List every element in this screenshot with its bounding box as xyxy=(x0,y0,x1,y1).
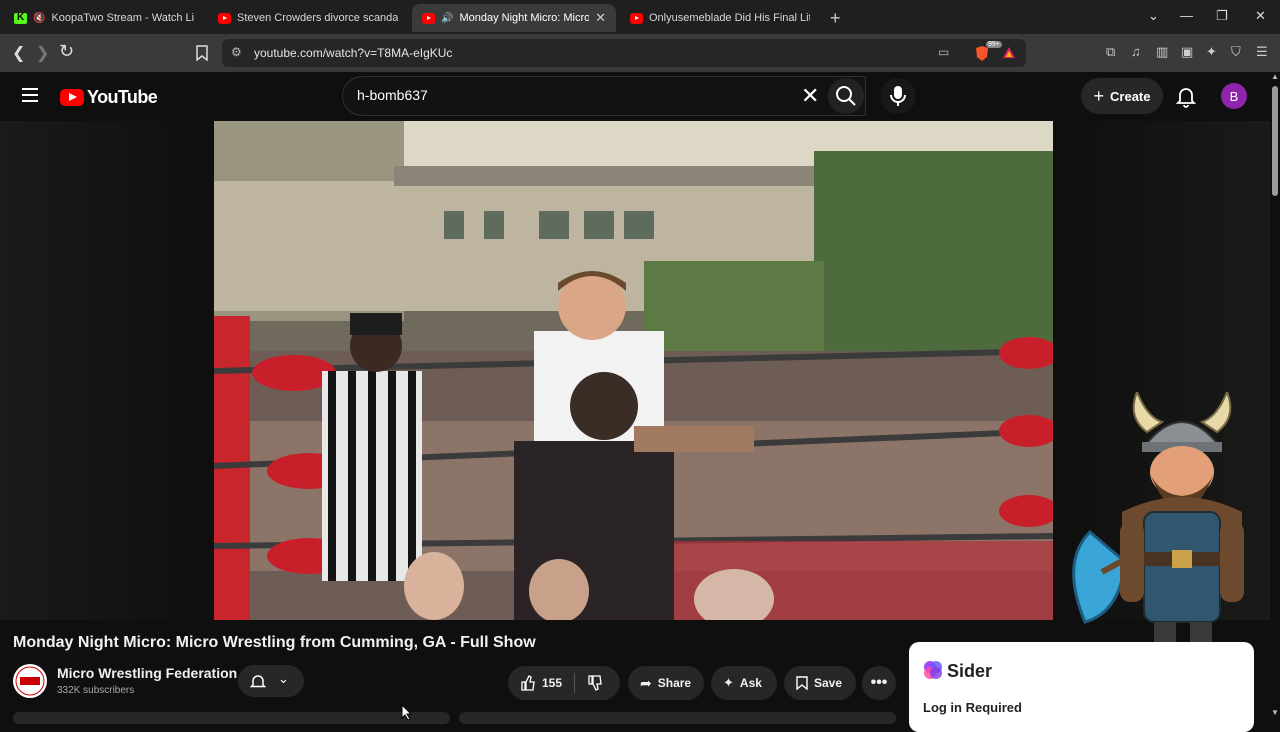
thumbs-up-icon[interactable] xyxy=(520,675,536,691)
extensions-icon[interactable]: ⧉ xyxy=(1106,44,1115,60)
reload-icon[interactable]: ↻ xyxy=(59,41,74,62)
muted-speaker-icon[interactable]: 🔇 xyxy=(33,13,45,24)
leo-ai-icon[interactable]: ✦ xyxy=(1206,44,1217,60)
youtube-wordmark: YouTube xyxy=(87,87,158,107)
mouse-cursor-icon xyxy=(401,704,413,720)
subscribed-notifications-button[interactable]: ⌄ xyxy=(238,665,304,697)
share-label: Share xyxy=(657,676,692,690)
url-text: youtube.com/watch?v=T8MA-eIgKUc xyxy=(254,46,453,60)
tab-list-chevron-icon[interactable]: ⌄ xyxy=(1148,8,1159,24)
sidebar-icon[interactable]: ▥ xyxy=(1156,44,1168,60)
page-scrollbar[interactable]: ▲ ▼ xyxy=(1270,72,1280,720)
ask-button[interactable]: ✦ Ask xyxy=(711,666,777,700)
channel-name[interactable]: Micro Wrestling Federation xyxy=(57,665,237,681)
youtube-play-icon xyxy=(60,89,84,106)
search-button[interactable] xyxy=(828,78,864,114)
wallet-icon[interactable]: ▣ xyxy=(1181,44,1193,60)
more-horizontal-icon: ••• xyxy=(870,674,888,691)
menu-icon[interactable]: ☰ xyxy=(1256,44,1268,60)
site-info-icon[interactable]: ⚙ xyxy=(231,45,242,59)
media-icon[interactable]: ♫ xyxy=(1131,44,1141,59)
close-window-button[interactable]: ✕ xyxy=(1255,8,1266,24)
like-count[interactable]: 155 xyxy=(542,676,562,690)
youtube-icon xyxy=(218,12,231,24)
share-icon: ➦ xyxy=(640,674,652,691)
ask-label: Ask xyxy=(739,676,762,690)
notifications-bell-icon[interactable] xyxy=(1174,84,1198,108)
scrollbar-thumb[interactable] xyxy=(1272,86,1278,196)
subscriber-count: 332K subscribers xyxy=(57,685,135,696)
video-title: Monday Night Micro: Micro Wrestling from… xyxy=(13,634,536,651)
browser-tab[interactable]: K 🔇 KoopaTwo Stream - Watch Live o xyxy=(4,4,204,32)
thumbs-down-icon[interactable] xyxy=(587,675,603,691)
bell-icon xyxy=(250,675,266,688)
bookmark-icon[interactable] xyxy=(195,45,209,61)
browser-tab[interactable]: Onlyusemeblade Did His Final Litty St xyxy=(620,4,820,32)
tab-title: KoopaTwo Stream - Watch Live o xyxy=(51,12,194,24)
tab-title: Steven Crowders divorce scandal | RE xyxy=(237,12,398,24)
microphone-icon xyxy=(890,86,906,106)
kick-icon: K xyxy=(14,12,27,24)
browser-tab[interactable]: Steven Crowders divorce scandal | RE xyxy=(208,4,408,32)
youtube-logo[interactable]: YouTube xyxy=(60,87,158,108)
description-card[interactable] xyxy=(13,712,450,724)
vpn-icon[interactable]: ⛉ xyxy=(1231,44,1241,60)
sider-logo-icon xyxy=(924,661,942,679)
address-bar[interactable]: ⚙ youtube.com/watch?v=T8MA-eIgKUc ▭ 99+ xyxy=(222,39,1026,67)
scroll-up-arrow-icon[interactable]: ▲ xyxy=(1271,72,1279,81)
plus-icon: + xyxy=(1093,85,1105,106)
chevron-down-icon: ⌄ xyxy=(278,671,289,686)
tab-title: Monday Night Micro: Micro V xyxy=(459,12,590,24)
minimize-button[interactable]: — xyxy=(1180,8,1193,23)
close-tab-icon[interactable]: ✕ xyxy=(595,10,606,26)
search-box[interactable]: ✕ xyxy=(342,76,866,116)
browser-tab-active[interactable]: 🔊 Monday Night Micro: Micro V ✕ xyxy=(412,4,616,32)
back-icon[interactable]: ❮ xyxy=(12,43,25,63)
youtube-icon xyxy=(422,12,435,24)
sider-panel: Sider Log in Required xyxy=(909,642,1254,732)
create-button[interactable]: + Create xyxy=(1081,78,1163,114)
new-tab-button[interactable]: + xyxy=(830,8,841,29)
channel-logo-icon xyxy=(15,666,45,696)
voice-search-button[interactable] xyxy=(880,78,916,114)
more-actions-button[interactable]: ••• xyxy=(862,666,896,700)
youtube-header: YouTube ✕ + Create B xyxy=(0,72,1270,120)
sider-title: Sider xyxy=(947,661,993,681)
cast-icon[interactable]: ▭ xyxy=(938,45,949,59)
tab-title: Onlyusemeblade Did His Final Litty St xyxy=(649,12,810,24)
sider-login-required[interactable]: Log in Required xyxy=(923,700,1022,715)
forward-icon[interactable]: ❯ xyxy=(36,43,49,63)
save-button[interactable]: Save xyxy=(784,666,856,700)
like-dislike-group: 155 xyxy=(508,666,620,700)
create-label: Create xyxy=(1110,88,1151,104)
brave-rewards-icon[interactable] xyxy=(1002,46,1016,59)
sparkle-icon: ✦ xyxy=(723,675,734,690)
search-icon xyxy=(836,86,856,106)
brave-badge: 99+ xyxy=(986,41,1002,48)
browser-tab-strip: K 🔇 KoopaTwo Stream - Watch Live o Steve… xyxy=(0,0,1280,34)
browser-toolbar: ❮ ❯ ↻ ⚙ youtube.com/watch?v=T8MA-eIgKUc … xyxy=(0,34,1280,72)
hamburger-menu-icon[interactable] xyxy=(22,88,38,102)
account-avatar[interactable]: B xyxy=(1221,83,1247,109)
youtube-icon xyxy=(630,12,643,24)
speaker-icon[interactable]: 🔊 xyxy=(441,13,453,24)
maximize-button[interactable]: ❐ xyxy=(1216,8,1228,24)
video-player[interactable] xyxy=(214,121,1053,620)
search-input[interactable] xyxy=(355,86,779,104)
comments-card[interactable] xyxy=(459,712,896,724)
video-frame xyxy=(214,121,1053,620)
save-label: Save xyxy=(814,676,843,690)
save-bookmark-icon xyxy=(796,676,808,690)
share-button[interactable]: ➦ Share xyxy=(628,666,704,700)
scroll-down-arrow-icon[interactable]: ▼ xyxy=(1271,708,1279,717)
clear-search-icon[interactable]: ✕ xyxy=(801,83,819,109)
channel-avatar[interactable] xyxy=(13,664,47,698)
like-divider xyxy=(574,673,576,693)
